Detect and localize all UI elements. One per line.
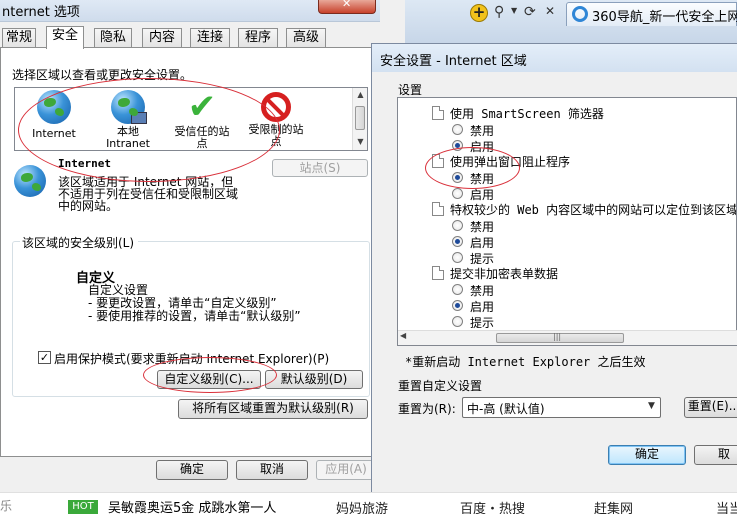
tab-advanced[interactable]: 高级 [286, 28, 326, 48]
setting-doc-icon [432, 202, 444, 216]
checkmark-icon: ✔ [187, 87, 217, 127]
custom-level-button[interactable]: 自定义级别(C)... [157, 370, 261, 389]
security-cancel-button[interactable]: 取 [694, 445, 737, 465]
option-label: 提示 [470, 316, 495, 330]
zone-trusted-sites[interactable]: ✔ 受信任的站 点 [165, 88, 239, 150]
reset-level-value: 中-高 (默认值) [467, 402, 545, 416]
option-label: 禁用 [470, 284, 495, 298]
globe-icon [37, 90, 71, 124]
tab-programs[interactable]: 程序 [238, 28, 278, 48]
option-label: 禁用 [470, 124, 495, 138]
protected-mode-checkbox[interactable]: ✓ [38, 351, 51, 364]
custom-level-line: - 要使用推荐的设置，请单击“默认级别” [88, 309, 301, 323]
radio-navigate-enable[interactable] [452, 236, 463, 247]
zone-restricted-sites[interactable]: 受限制的站 点 [239, 88, 313, 148]
zone-intranet[interactable]: 本地 Intranet [91, 88, 165, 150]
option-label: 禁用 [470, 220, 495, 234]
protected-mode-label[interactable]: 启用保护模式(要求重新启动 Internet Explorer)(P) [54, 350, 329, 367]
zone-prompt: 选择区域以查看或更改安全设置。 [12, 68, 193, 82]
security-level-group-label: 该区域的安全级别(L) [20, 234, 139, 251]
sites-button[interactable]: 站点(S) [272, 159, 368, 177]
intranet-icon [111, 90, 147, 124]
chevron-down-icon[interactable]: ▼ [648, 401, 655, 411]
option-label: 启用 [470, 236, 495, 250]
strip-left-text: 乐 [0, 499, 13, 513]
add-icon[interactable]: + [470, 4, 488, 22]
setting-lower-privilege-navigate: 特权较少的 Web 内容区域中的网站可以定位到该区域 [450, 203, 737, 217]
radio-smartscreen-enable[interactable] [452, 140, 463, 151]
setting-unencrypted-form: 提交非加密表单数据 [450, 267, 559, 281]
selected-zone-name: Internet [58, 157, 111, 170]
scroll-up-icon[interactable]: ▲ [353, 88, 368, 102]
restart-note: *重新启动 Internet Explorer 之后生效 [405, 355, 646, 369]
zone-list: Internet 本地 Intranet ✔ 受信任的站 点 受限制的站 点 [14, 87, 368, 151]
zone-description: 该区域适用于 Internet 网站，但 不适用于列在受信任和受限制区域 中的网… [58, 175, 239, 213]
zone-internet-label: Internet [32, 127, 76, 140]
scroll-down-icon[interactable]: ▼ [353, 135, 368, 149]
hot-badge: HOT [68, 500, 98, 514]
search-icon[interactable]: ⚲ [494, 4, 504, 20]
option-label: 启用 [470, 300, 495, 314]
zone-internet[interactable]: Internet [17, 88, 91, 140]
radio-form-enable[interactable] [452, 300, 463, 311]
radio-form-prompt[interactable] [452, 316, 463, 327]
browser-tab-title: 360导航_新一代安全上网导 [592, 10, 737, 25]
chevron-down-icon[interactable]: ▼ [511, 6, 517, 15]
tab-strip: 常规 安全 隐私 内容 连接 程序 高级 [0, 26, 380, 49]
internet-options-title: nternet 选项 [2, 5, 80, 20]
tab-content[interactable]: 内容 [142, 28, 182, 48]
setting-popup-blocker: 使用弹出窗口阻止程序 [450, 155, 571, 169]
strip-link[interactable]: 赶集网 [594, 498, 633, 514]
tab-connections[interactable]: 连接 [190, 28, 230, 48]
setting-doc-icon [432, 154, 444, 168]
ie-icon [572, 6, 588, 22]
radio-navigate-prompt[interactable] [452, 252, 463, 263]
security-ok-button[interactable]: 确定 [608, 445, 686, 465]
reset-group-label: 重置自定义设置 [398, 379, 483, 393]
tab-privacy[interactable]: 隐私 [94, 28, 132, 48]
setting-doc-icon [432, 266, 444, 280]
strip-link[interactable]: 百度・热搜 [460, 498, 525, 514]
reset-all-zones-button[interactable]: 将所有区域重置为默认级别(R) [178, 399, 368, 419]
radio-popup-enable[interactable] [452, 188, 463, 199]
radio-navigate-disable[interactable] [452, 220, 463, 231]
close-icon[interactable] [318, 0, 376, 14]
zone-trusted-label: 受信任的站 点 [174, 125, 230, 150]
refresh-icon[interactable]: ⟳ [524, 4, 536, 20]
settings-list: 使用 SmartScreen 筛选器 禁用 启用 使用弹出窗口阻止程序 禁用 启… [397, 97, 737, 346]
grip-icon: ||| [553, 332, 562, 341]
radio-popup-disable[interactable] [452, 172, 463, 183]
globe-icon [14, 165, 46, 197]
security-settings-title: 安全设置 - Internet 区域 [380, 54, 527, 69]
cancel-button[interactable]: 取消 [236, 460, 308, 480]
ok-button[interactable]: 确定 [156, 460, 228, 480]
stop-icon[interactable]: ✕ [545, 4, 555, 18]
option-label: 禁用 [470, 172, 495, 186]
news-headline-link[interactable]: 吴敏霞奥运5金 成跳水第一人 [108, 497, 276, 514]
restricted-icon [261, 92, 291, 122]
scroll-thumb[interactable] [355, 106, 365, 130]
default-level-button[interactable]: 默认级别(D) [265, 370, 363, 389]
radio-form-disable[interactable] [452, 284, 463, 295]
settings-label: 设置 [398, 83, 423, 97]
strip-link[interactable]: 当当 [716, 498, 737, 514]
zone-intranet-label: 本地 Intranet [106, 125, 150, 150]
strip-link[interactable]: 妈妈旅游 [336, 498, 388, 514]
tab-security[interactable]: 安全 [46, 26, 84, 49]
tab-general[interactable]: 常规 [2, 28, 36, 48]
radio-smartscreen-disable[interactable] [452, 124, 463, 135]
reset-to-label: 重置为(R): [398, 402, 456, 416]
scroll-left-icon[interactable]: ◀ [400, 331, 406, 340]
setting-doc-icon [432, 106, 444, 120]
zone-restricted-label: 受限制的站 点 [248, 123, 304, 148]
apply-button[interactable]: 应用(A) [316, 460, 376, 480]
reset-button[interactable]: 重置(E)... [684, 397, 737, 418]
zone-list-scrollbar[interactable]: ▲ ▼ [352, 88, 367, 150]
setting-smartscreen: 使用 SmartScreen 筛选器 [450, 107, 604, 121]
